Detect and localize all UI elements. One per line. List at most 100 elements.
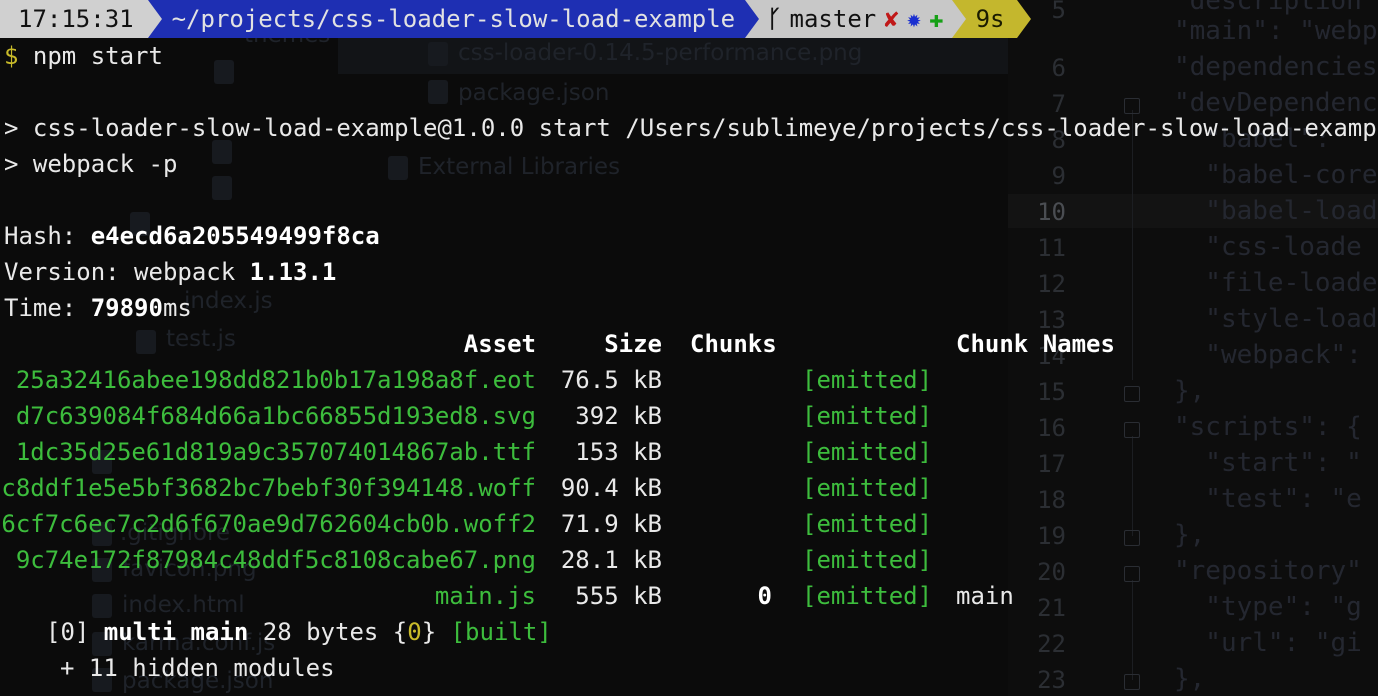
hash-label: Hash: [4,222,91,250]
code-line: "file-loade [1174,268,1378,298]
code-line: }, [1174,520,1206,550]
line-number: 6 [1051,54,1066,82]
time-value: 79890 [90,294,163,322]
library-icon [388,156,408,180]
code-line: "description" [1174,0,1378,16]
hidden-modules-line: + 11 hidden modules [60,654,335,682]
module-line: [0] multi main 28 bytes {0} [built] [46,614,552,650]
code-line: "type": "g [1174,592,1362,622]
line-number: 23 [1037,666,1066,694]
module-built: [built] [450,618,552,646]
hash-line: Hash: e4ecd6a205549499f8ca [4,218,380,254]
indent-guide [1132,110,1133,380]
code-line: "babel-core [1174,160,1378,190]
line-number: 9 [1051,162,1066,190]
time-unit: ms [162,294,192,322]
line-number: 12 [1037,270,1066,298]
table-row-asset: main.js [434,582,536,610]
git-modified-icon: ✘ [884,5,899,33]
code-line: "repository" [1174,556,1362,586]
module-name: multi main [103,618,249,646]
fold-marker-icon[interactable] [1124,422,1140,438]
prompt-path: ~/projects/css-loader-slow-load-example [161,0,746,38]
time-label: Time: [4,294,91,322]
code-line: "main": "webp [1174,16,1378,46]
table-row-size: 392 kB [575,402,662,430]
image-file-icon [428,42,448,66]
prompt-git-segment: ᚴ master ✘ ✹ ✚ [759,0,952,38]
code-line: "style-load [1174,304,1378,334]
hash-value: e4ecd6a205549499f8ca [90,222,380,250]
git-branch-icon: ᚴ [767,5,782,33]
module-chunk: 0 [407,618,422,646]
version-label: Version: webpack [4,258,250,286]
bg-tree-item: test.js [166,326,236,352]
table-row-chunks: 0 [757,582,772,610]
table-row-size: 90.4 kB [560,474,662,502]
indent-guide [1132,580,1133,680]
line-number: 17 [1037,450,1066,478]
indent-guide [1132,436,1133,536]
header-asset: Asset [463,330,536,358]
module-prefix: [0] [46,618,104,646]
bg-tree-item: index.js [184,288,273,314]
bg-tree-item: package.json [458,80,610,106]
code-line: }, [1174,664,1206,694]
table-row-status: [emitted] [802,546,933,574]
table-row-status: [emitted] [802,582,933,610]
line-number: 19 [1037,522,1066,550]
table-row-asset: c8ddf1e5e5bf3682bc7bebf30f394148.woff [1,474,536,502]
table-row-size: 555 kB [575,582,662,610]
table-row-asset: 25a32416abee198dd821b0b17a198a8f.eot [15,366,536,394]
table-row-status: [emitted] [802,366,933,394]
code-line: "dependencies [1174,52,1378,82]
line-number: 21 [1037,594,1066,622]
segment-separator-icon [1016,0,1031,38]
table-row-asset: 9c74e172f87984c48ddf5c8108cabe67.png [15,546,536,574]
fold-marker-icon[interactable] [1124,386,1140,402]
table-row-asset: 1dc35d25e61d819a9c357074014867ab.ttf [15,438,536,466]
module-size: 28 bytes { [248,618,408,646]
version-value: 1.13.1 [249,258,337,286]
fold-marker-icon[interactable] [1124,674,1140,690]
script-line: > webpack -p [4,150,178,178]
prompt-symbol: $ [4,42,19,70]
line-number: 16 [1037,414,1066,442]
line-number: 15 [1037,378,1066,406]
shell-prompt-bar: 17:15:31 ~/projects/css-loader-slow-load… [0,0,1031,38]
table-row-size: 71.9 kB [560,510,662,538]
table-row-status: [emitted] [802,438,933,466]
table-row-asset: e6cf7c6ec7c2d6f670ae9d762604cb0b.woff2 [0,510,536,538]
line-number-current: 10 [1037,198,1066,226]
segment-separator-icon [951,0,966,38]
line-number: 18 [1037,486,1066,514]
code-line: "start": " [1174,448,1362,478]
segment-separator-icon [147,0,162,38]
git-branch-name: master [789,5,877,33]
table-row-asset: d7c639084f684d66a1bc66855d193ed8.svg [15,402,536,430]
command-text: npm start [18,42,163,70]
header-size: Size [604,330,662,358]
git-added-icon: ✚ [929,5,944,33]
table-row-status: [emitted] [802,474,933,502]
css-file-icon [212,176,232,200]
code-line: "test": "e [1174,484,1362,514]
table-row-size: 153 kB [575,438,662,466]
line-number: 20 [1037,558,1066,586]
line-number: 11 [1037,234,1066,262]
js-file-icon [136,330,156,354]
json-file-icon [428,80,448,104]
script-line: > css-loader-slow-load-example@1.0.0 sta… [4,114,1378,142]
table-row-size: 76.5 kB [560,366,662,394]
header-chunk-names: Chunk Names [956,330,1115,358]
prompt-duration: 9s [965,0,1017,38]
version-line: Version: webpack 1.13.1 [4,254,336,290]
code-line: }, [1174,376,1206,406]
command-line: $ npm start [4,38,163,74]
git-untracked-icon: ✹ [906,5,922,33]
code-line: "scripts": { [1174,412,1362,442]
fold-marker-icon[interactable] [1124,566,1140,582]
line-number: 22 [1037,630,1066,658]
fold-marker-icon[interactable] [1124,530,1140,546]
file-icon [214,60,234,84]
